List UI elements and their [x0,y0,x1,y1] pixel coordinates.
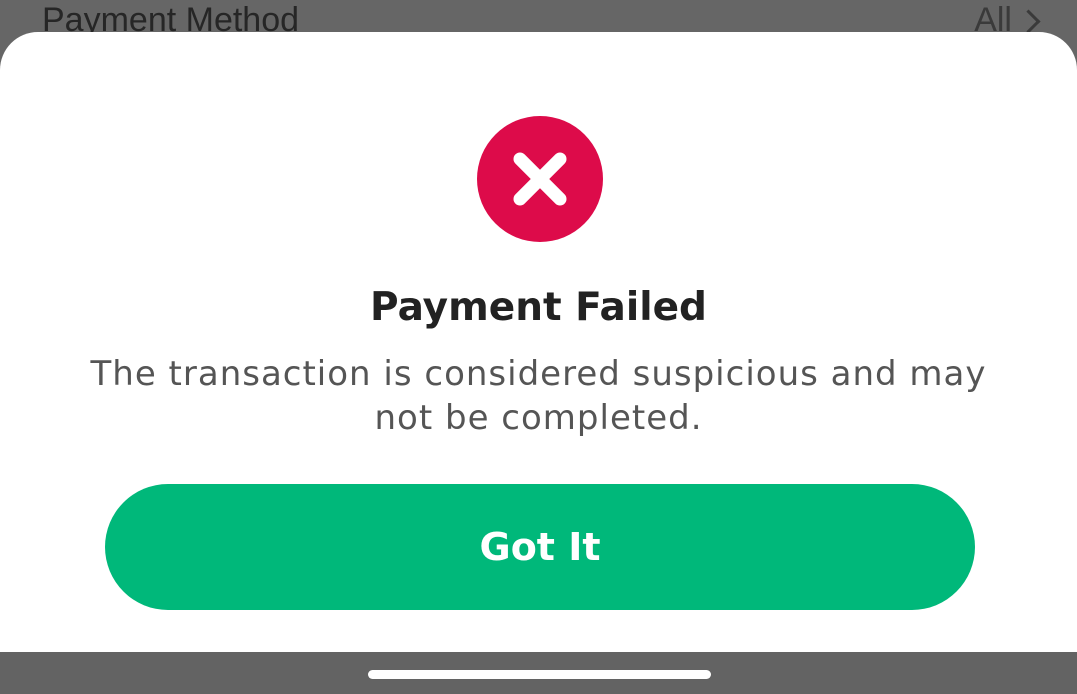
chevron-right-icon [1016,8,1041,34]
got-it-button[interactable]: Got It [105,484,975,610]
navigation-bar [0,652,1077,694]
dialog-title: Payment Failed [370,285,707,330]
error-x-icon [477,116,603,242]
payment-failed-dialog: Payment Failed The transaction is consid… [0,32,1077,652]
home-indicator[interactable] [368,670,711,679]
dialog-message: The transaction is considered suspicious… [90,354,987,438]
